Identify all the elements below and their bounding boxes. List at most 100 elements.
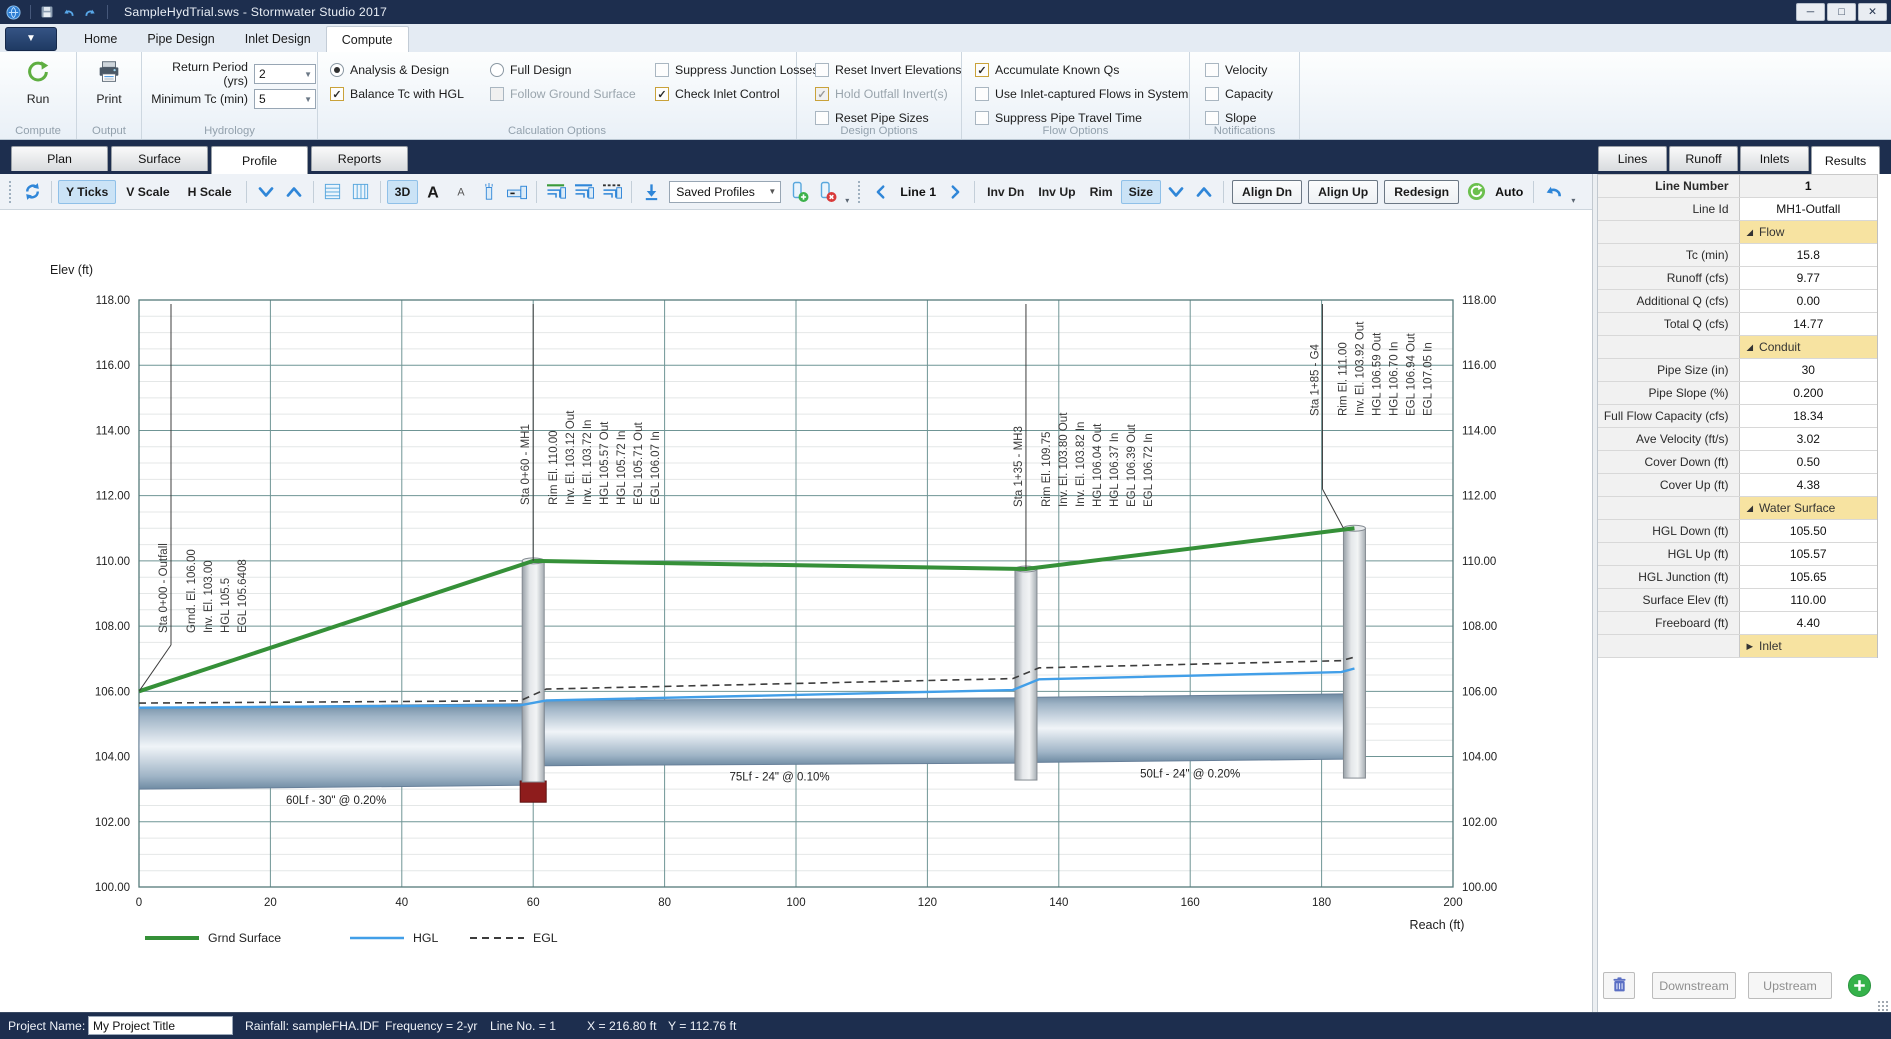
table-row-additional-q-cfs[interactable]: Additional Q (cfs)0.00: [1598, 290, 1877, 313]
table-section-inlet[interactable]: ▶Inlet: [1598, 635, 1877, 658]
downstream-button[interactable]: Downstream: [1652, 972, 1736, 999]
expand-icon[interactable]: ▶: [1747, 641, 1754, 651]
delete-line-button[interactable]: [1603, 972, 1635, 999]
sync-profile-icon[interactable]: [19, 179, 45, 205]
toolbar-grip[interactable]: [9, 181, 13, 203]
y-ticks-button[interactable]: Y Ticks: [58, 180, 116, 204]
tab-reports[interactable]: Reports: [311, 146, 408, 171]
shift-profile-down-button[interactable]: [253, 179, 279, 205]
file-menu-button[interactable]: ▼: [5, 27, 57, 51]
table-row-surface-elev-ft[interactable]: Surface Elev (ft)110.00: [1598, 589, 1877, 612]
table-row-full-flow-capacity-cfs[interactable]: Full Flow Capacity (cfs)18.34: [1598, 405, 1877, 428]
next-line-button[interactable]: [942, 179, 968, 205]
table-row-hgl-up-ft[interactable]: HGL Up (ft)105.57: [1598, 543, 1877, 566]
checkbox-accumulate-known-qs[interactable]: ✓Accumulate Known Qs: [975, 58, 1188, 82]
align-dn-button[interactable]: Align Dn: [1232, 180, 1302, 204]
checkbox-capacity[interactable]: Capacity: [1205, 82, 1273, 106]
table-row-line-number[interactable]: Line Number1: [1598, 175, 1877, 198]
app-icon[interactable]: [6, 5, 21, 20]
v-scale-button[interactable]: V Scale: [118, 180, 177, 204]
min-tc-select[interactable]: 5▼: [254, 89, 316, 109]
toolbar-grip[interactable]: [858, 181, 862, 203]
table-section-water-surface[interactable]: ◢Water Surface: [1598, 497, 1877, 520]
return-period-select[interactable]: 2▼: [254, 64, 316, 84]
tab-profile[interactable]: Profile: [211, 146, 308, 174]
ribbon-tab-inlet-design[interactable]: Inlet Design: [230, 26, 326, 52]
shift-profile-up-button[interactable]: [281, 179, 307, 205]
checkbox-suppress-junction-losses[interactable]: Suppress Junction Losses: [655, 58, 819, 82]
minimize-button[interactable]: ─: [1796, 3, 1825, 21]
collapse-icon[interactable]: ◢: [1747, 227, 1754, 237]
redo-icon[interactable]: [83, 5, 98, 20]
ribbon-tab-pipe-design[interactable]: Pipe Design: [132, 26, 229, 52]
nudge-down-button[interactable]: [1163, 179, 1189, 205]
table-row-pipe-size-in[interactable]: Pipe Size (in)30: [1598, 359, 1877, 382]
undo-icon[interactable]: [61, 5, 76, 20]
add-profile-button[interactable]: [786, 179, 812, 205]
structure-labels-button[interactable]: [476, 179, 502, 205]
radio-analysis-design[interactable]: Analysis & Design: [330, 58, 464, 82]
ground-line-button[interactable]: [543, 179, 569, 205]
radio-full-design[interactable]: Full Design: [490, 58, 636, 82]
table-row-line-id[interactable]: Line IdMH1-Outfall: [1598, 198, 1877, 221]
resize-grip[interactable]: [1877, 1000, 1889, 1012]
save-icon[interactable]: [40, 5, 54, 19]
table-row-ave-velocity-ft-s[interactable]: Ave Velocity (ft/s)3.02: [1598, 428, 1877, 451]
maximize-button[interactable]: □: [1827, 3, 1856, 21]
ribbon-tab-compute[interactable]: Compute: [326, 26, 409, 52]
vertical-grid-button[interactable]: [348, 179, 374, 205]
table-row-cover-up-ft[interactable]: Cover Up (ft)4.38: [1598, 474, 1877, 497]
collapse-icon[interactable]: ◢: [1747, 342, 1754, 352]
table-row-total-q-cfs[interactable]: Total Q (cfs)14.77: [1598, 313, 1877, 336]
nudge-up-button[interactable]: [1191, 179, 1217, 205]
inv-dn-button[interactable]: Inv Dn: [981, 180, 1030, 204]
table-section-flow[interactable]: ◢Flow: [1598, 221, 1877, 244]
close-button[interactable]: ✕: [1858, 3, 1887, 21]
project-name-input[interactable]: [88, 1016, 233, 1035]
3d-button[interactable]: 3D: [387, 180, 419, 204]
table-row-hgl-junction-ft[interactable]: HGL Junction (ft)105.65: [1598, 566, 1877, 589]
pipe-labels-button[interactable]: [504, 179, 530, 205]
tab-inlets[interactable]: Inlets: [1740, 146, 1809, 171]
horizontal-grid-button[interactable]: [320, 179, 346, 205]
size-button[interactable]: Size: [1121, 180, 1161, 204]
checkbox-velocity[interactable]: Velocity: [1205, 58, 1273, 82]
ribbon-tab-home[interactable]: Home: [69, 26, 132, 52]
font-increase-button[interactable]: A: [420, 179, 446, 205]
checkbox-balance-tc-with-hgl[interactable]: ✓Balance Tc with HGL: [330, 82, 464, 106]
hgl-line-button[interactable]: [571, 179, 597, 205]
table-section-conduit[interactable]: ◢Conduit: [1598, 336, 1877, 359]
add-line-button[interactable]: [1847, 973, 1872, 1003]
checkbox-check-inlet-control[interactable]: ✓Check Inlet Control: [655, 82, 819, 106]
egl-line-button[interactable]: [599, 179, 625, 205]
export-profile-button[interactable]: [638, 179, 664, 205]
saved-profiles-select[interactable]: Saved Profiles▼: [669, 181, 781, 203]
collapse-icon[interactable]: ◢: [1747, 503, 1754, 513]
rim-button[interactable]: Rim: [1084, 180, 1119, 204]
redesign-button[interactable]: Redesign: [1384, 180, 1459, 204]
tab-plan[interactable]: Plan: [11, 146, 108, 171]
table-row-freeboard-ft[interactable]: Freeboard (ft)4.40: [1598, 612, 1877, 635]
prev-line-button[interactable]: [868, 179, 894, 205]
tab-surface[interactable]: Surface: [111, 146, 208, 171]
tab-runoff[interactable]: Runoff: [1669, 146, 1738, 171]
table-row-tc-min[interactable]: Tc (min)15.8: [1598, 244, 1877, 267]
remove-profile-button[interactable]: [814, 179, 840, 205]
upstream-button[interactable]: Upstream: [1748, 972, 1832, 999]
align-up-button[interactable]: Align Up: [1308, 180, 1378, 204]
toolbar-overflow-icon[interactable]: ▾: [841, 196, 853, 205]
undo-button[interactable]: [1540, 179, 1566, 205]
table-row-pipe-slope[interactable]: Pipe Slope (%)0.200: [1598, 382, 1877, 405]
font-decrease-button[interactable]: A: [448, 179, 474, 205]
run-button[interactable]: Run: [0, 58, 76, 106]
table-row-hgl-down-ft[interactable]: HGL Down (ft)105.50: [1598, 520, 1877, 543]
checkbox-use-inlet-captured-flows-in-system[interactable]: Use Inlet-captured Flows in System: [975, 82, 1188, 106]
print-button[interactable]: Print: [77, 58, 141, 106]
auto-run-icon[interactable]: [1463, 179, 1489, 205]
inv-up-button[interactable]: Inv Up: [1032, 180, 1081, 204]
tab-lines[interactable]: Lines: [1598, 146, 1667, 171]
table-row-cover-down-ft[interactable]: Cover Down (ft)0.50: [1598, 451, 1877, 474]
h-scale-button[interactable]: H Scale: [180, 180, 240, 204]
tab-results[interactable]: Results: [1811, 146, 1880, 174]
checkbox-reset-invert-elevations[interactable]: Reset Invert Elevations: [815, 58, 961, 82]
